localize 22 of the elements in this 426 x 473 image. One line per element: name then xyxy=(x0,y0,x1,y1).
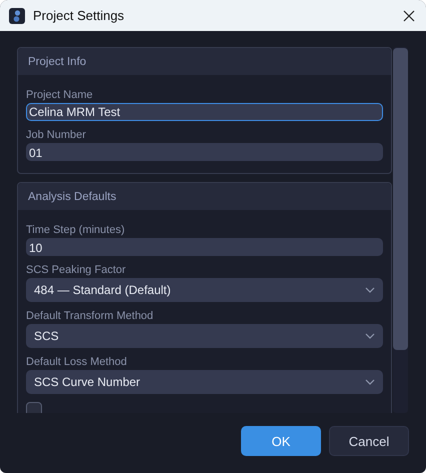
field-label: Default Loss Method xyxy=(26,356,128,369)
field-label: Project Name xyxy=(26,89,94,102)
dropdown[interactable]: SCS xyxy=(26,324,383,348)
text-field[interactable]: 10 xyxy=(26,238,383,256)
chevron-down-icon xyxy=(365,333,375,339)
chevron-down-icon xyxy=(365,379,375,385)
close-icon[interactable] xyxy=(403,10,415,22)
dropdown[interactable]: SCS Curve Number xyxy=(26,370,383,394)
field-label: Job Number xyxy=(26,129,87,142)
dropdown[interactable]: 484 — Standard (Default) xyxy=(26,278,383,302)
chevron-down-icon xyxy=(365,287,375,293)
field-label: Default Transform Method xyxy=(26,310,154,323)
field-label: SCS Peaking Factor xyxy=(26,264,127,277)
window-title: Project Settings xyxy=(33,8,126,23)
section-title: Project Info xyxy=(28,56,86,68)
text-field[interactable]: Celina MRM Test xyxy=(26,103,383,121)
text-field[interactable]: 01 xyxy=(26,143,383,161)
cancel-button[interactable]: Cancel xyxy=(329,426,409,456)
field-label: Time Step (minutes) xyxy=(26,224,126,237)
app-icon xyxy=(9,8,25,24)
section-title: Analysis Defaults xyxy=(28,190,116,202)
scrollbar-thumb[interactable] xyxy=(393,48,408,350)
